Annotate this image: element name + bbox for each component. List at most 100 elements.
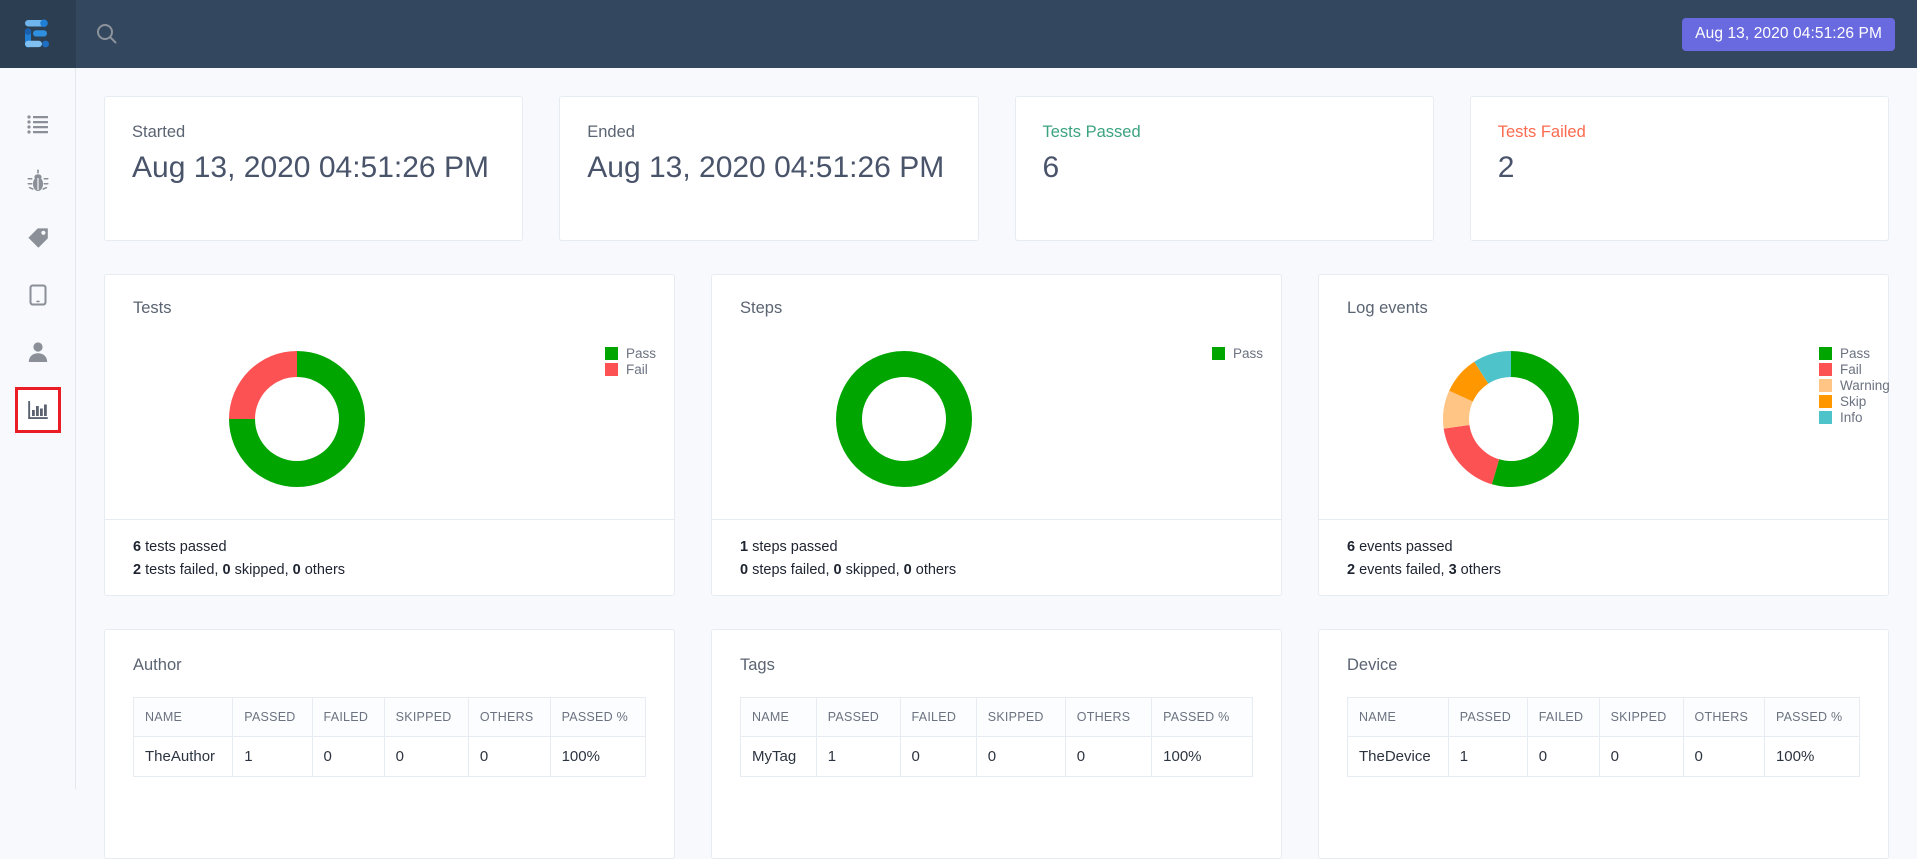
others-count: 0 xyxy=(292,562,301,578)
legend-item[interactable]: Fail xyxy=(605,362,656,377)
passed-count: 6 xyxy=(1347,539,1356,555)
legend-label: Fail xyxy=(1840,362,1862,377)
column-header-skipped[interactable]: SKIPPED xyxy=(1598,697,1684,737)
sidebar-item-tags[interactable] xyxy=(16,216,60,260)
donut-slice-fail[interactable] xyxy=(229,350,297,419)
table-cell: 1 xyxy=(1447,736,1528,777)
table-cell: 1 xyxy=(815,736,901,777)
skipped-text: skipped, xyxy=(841,562,904,578)
column-header-passed[interactable]: PASSED xyxy=(232,697,313,737)
legend-label: Pass xyxy=(626,346,657,361)
chart-footer-line1: 6 events passed xyxy=(1347,536,1888,559)
legend-swatch-skip xyxy=(1819,395,1832,408)
column-header-passed[interactable]: PASSED xyxy=(815,697,901,737)
chart-legend-tests: Pass Fail xyxy=(605,346,656,378)
donut-wrap-tests xyxy=(209,329,509,509)
legend-item[interactable]: Pass xyxy=(605,346,656,361)
column-header-passed[interactable]: PASSED xyxy=(1447,697,1528,737)
stats-table: NAME PASSED FAILED SKIPPED OTHERS PASSED % The… xyxy=(132,697,647,777)
run-timestamp-badge[interactable]: Aug 13, 2020 04:51:26 PM xyxy=(1682,17,1895,51)
chart-footer-line1: 6 tests passed xyxy=(133,536,674,559)
summary-value: 6 xyxy=(1042,151,1060,184)
failed-count: 2 xyxy=(1347,562,1356,578)
sidebar-item-behaviors[interactable] xyxy=(16,159,60,203)
summary-card-started: Started Aug 13, 2020 04:51:26 PM xyxy=(104,96,524,241)
tag-icon xyxy=(27,228,48,248)
passed-text: tests passed xyxy=(141,539,227,555)
legend-label: Warning xyxy=(1840,378,1890,393)
legend-item[interactable]: Fail xyxy=(1819,362,1890,377)
donut-slice-pass[interactable] xyxy=(836,350,972,487)
sidebar-item-devices[interactable] xyxy=(16,273,60,317)
column-header-name[interactable]: NAME xyxy=(740,697,817,737)
column-header-others[interactable]: OTHERS xyxy=(1064,697,1153,737)
column-header-others[interactable]: OTHERS xyxy=(1682,697,1765,737)
column-header-passed[interactable]: PASSED % xyxy=(1151,697,1253,737)
others-text-2: others xyxy=(1456,562,1501,578)
top-bar: Aug 13, 2020 04:51:26 PM xyxy=(0,0,1917,68)
summary-value: Aug 13, 2020 04:51:26 PM xyxy=(587,151,945,184)
table-cell: 0 xyxy=(1682,736,1765,777)
table-header-row: NAME PASSED FAILED SKIPPED OTHERS PASSED % xyxy=(740,697,1253,737)
tests-donut-chart[interactable] xyxy=(209,331,385,507)
legend-item[interactable]: Pass xyxy=(1212,346,1263,361)
legend-swatch-pass xyxy=(1212,347,1225,360)
steps-donut-chart[interactable] xyxy=(816,331,992,507)
summary-label: Tests Passed xyxy=(1042,123,1141,141)
chart-footer-line1: 1 steps passed xyxy=(740,536,1281,559)
tablet-icon xyxy=(29,284,46,306)
chart-body: Pass xyxy=(712,318,1281,519)
table-title: Author xyxy=(133,656,182,674)
legend-swatch-info xyxy=(1819,411,1832,424)
sidebar-item-authors[interactable] xyxy=(16,330,60,374)
table-card-author: Author NAME PASSED FAILED SKIPPED OTHERS PASS… xyxy=(104,629,675,859)
passed-text: steps passed xyxy=(748,539,838,555)
chart-footer-line2: 2 events failed, 3 others xyxy=(1347,559,1888,582)
legend-item[interactable]: Warning xyxy=(1819,378,1890,393)
sidebar-item-graphs[interactable] xyxy=(14,387,61,433)
failed-text: events failed, xyxy=(1355,562,1449,578)
column-header-skipped[interactable]: SKIPPED xyxy=(975,697,1066,737)
legend-item[interactable]: Skip xyxy=(1819,394,1890,409)
column-header-failed[interactable]: FAILED xyxy=(311,697,385,737)
column-header-failed[interactable]: FAILED xyxy=(899,697,977,737)
donut-wrap-log-events xyxy=(1423,329,1723,509)
legend-item[interactable]: Pass xyxy=(1819,346,1890,361)
table-header-row: NAME PASSED FAILED SKIPPED OTHERS PASSED % xyxy=(132,697,647,737)
sidebar-item-suites[interactable] xyxy=(16,102,60,146)
legend-item[interactable]: Info xyxy=(1819,410,1890,425)
column-header-failed[interactable]: FAILED xyxy=(1526,697,1600,737)
chart-legend-steps: Pass xyxy=(1212,346,1263,362)
column-header-others[interactable]: OTHERS xyxy=(467,697,551,737)
chart-row: Tests Pass Fail 6 tests passed 2 tests fa… xyxy=(104,274,1890,596)
table-row[interactable]: TheAuthor 1 0 0 0 100% xyxy=(132,736,647,777)
table-cell: MyTag xyxy=(740,736,817,777)
stats-table: NAME PASSED FAILED SKIPPED OTHERS PASSED % The… xyxy=(1347,697,1861,777)
chart-footer-steps: 1 steps passed 0 steps failed, 0 skipped… xyxy=(712,519,1281,595)
tables-row: Author NAME PASSED FAILED SKIPPED OTHERS PASS… xyxy=(104,629,1889,859)
others-text: others xyxy=(911,562,957,578)
table-row[interactable]: MyTag 1 0 0 0 100% xyxy=(740,736,1253,777)
column-header-name[interactable]: NAME xyxy=(1347,697,1449,737)
donut-slice-fail[interactable] xyxy=(1443,424,1500,484)
search-button[interactable] xyxy=(76,0,138,68)
legend-swatch-pass xyxy=(605,347,618,360)
summary-value: 2 xyxy=(1497,151,1515,184)
chart-title: Log events xyxy=(1347,299,1428,317)
summary-row: Started Aug 13, 2020 04:51:26 PM Ended A… xyxy=(104,96,1889,241)
chart-body: Pass Fail xyxy=(105,318,674,519)
app-logo[interactable] xyxy=(0,0,76,68)
column-header-skipped[interactable]: SKIPPED xyxy=(383,697,469,737)
table-row[interactable]: TheDevice 1 0 0 0 100% xyxy=(1347,736,1861,777)
chart-footer-log-events: 6 events passed 2 events failed, 3 other… xyxy=(1319,519,1888,595)
main-content: Started Aug 13, 2020 04:51:26 PM Ended A… xyxy=(76,68,1917,859)
chart-title: Steps xyxy=(740,299,783,317)
others-count: 0 xyxy=(903,562,912,578)
log-events-donut-chart[interactable] xyxy=(1423,331,1599,507)
chart-card-log-events: Log events Pass Fail Warning Skip Info 6 eve… xyxy=(1318,274,1890,596)
table-cell: TheAuthor xyxy=(132,736,234,777)
column-header-passed[interactable]: PASSED % xyxy=(1763,697,1861,737)
column-header-name[interactable]: NAME xyxy=(132,697,234,737)
table-cell: 0 xyxy=(467,736,551,777)
column-header-passed[interactable]: PASSED % xyxy=(549,697,647,737)
